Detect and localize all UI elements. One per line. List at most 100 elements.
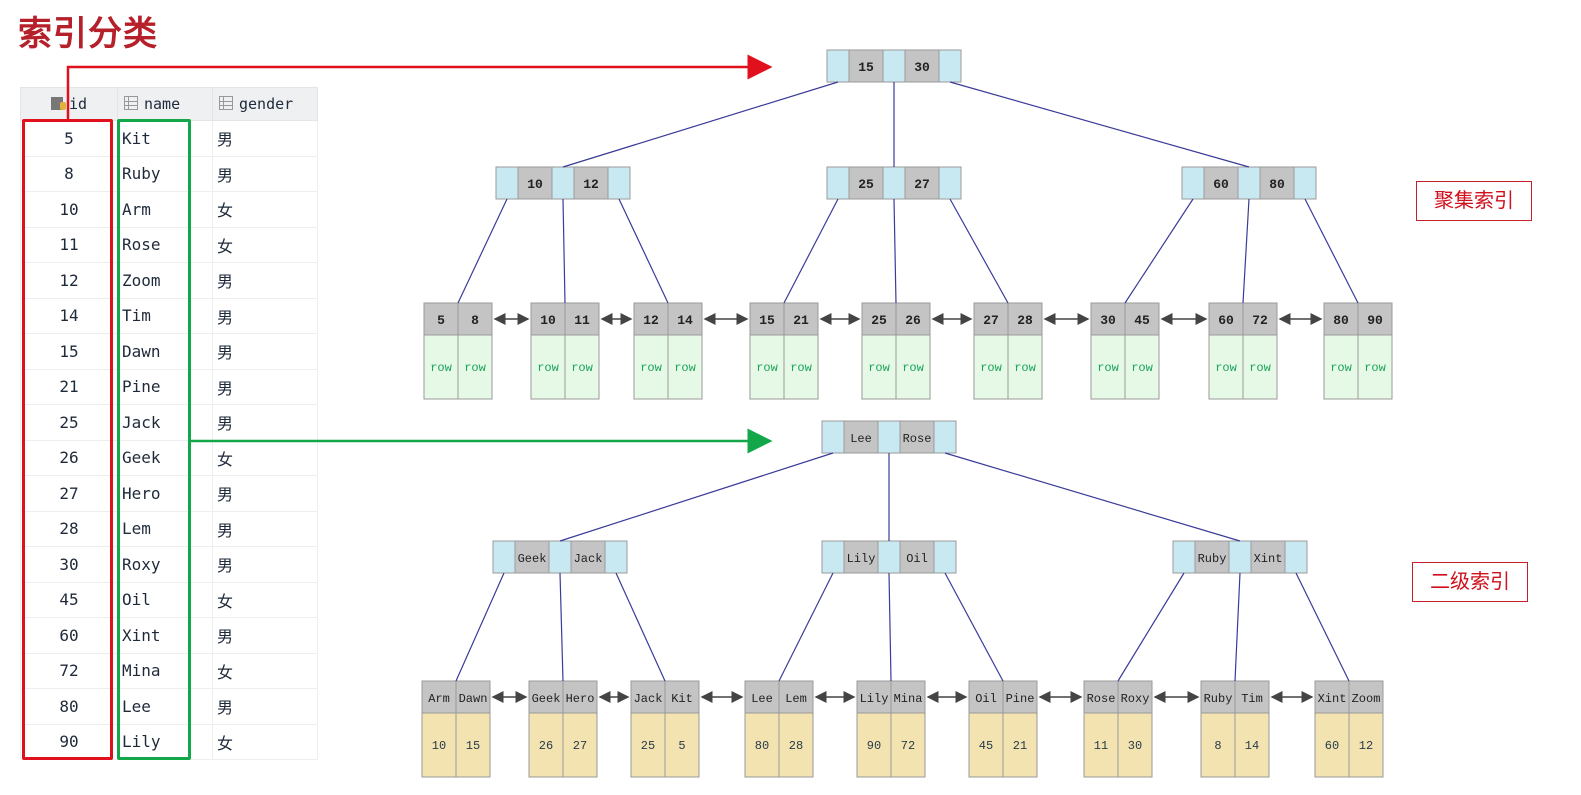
node-pointer-cell (938, 166, 962, 200)
node-pointer-cell (551, 166, 575, 200)
node-key-text: 27 (914, 177, 930, 192)
clustered-internal-node: 25 27 (826, 166, 962, 200)
node-pointer-cell (1293, 166, 1317, 200)
leaf-value-text: 11 (1094, 739, 1108, 753)
leaf-key-text: Lily (860, 692, 889, 706)
clustered-link-arrow (66, 54, 773, 119)
leaf-value-text: 5 (678, 739, 685, 753)
leaf-key-text: 8 (471, 313, 479, 328)
tree-edge (944, 572, 1004, 682)
leaf-key-text: Pine (1006, 692, 1035, 706)
clustered-leaf-node: 80 row 90 row (1323, 302, 1393, 400)
leaf-key-text: 45 (1134, 313, 1150, 328)
leaf-key-text: 14 (677, 313, 693, 328)
leaf-value-text: row (1215, 361, 1237, 375)
clustered-leaf-node: 15 row 21 row (749, 302, 819, 400)
node-pointer-cell (882, 49, 906, 83)
node-key-text: 80 (1269, 177, 1285, 192)
leaf-key-text: Dawn (459, 692, 488, 706)
leaf-value-text: row (537, 361, 559, 375)
node-key-text: Lee (850, 432, 872, 446)
node-key-text: 60 (1213, 177, 1229, 192)
node-pointer-cell (821, 540, 845, 574)
node-pointer-cell (826, 166, 850, 200)
leaf-value-text: 28 (789, 739, 803, 753)
tree-edge (618, 198, 669, 304)
node-pointer-cell (1228, 540, 1252, 574)
clustered-index-label: 聚集索引 (1416, 181, 1532, 221)
secondary-leaf-node: Oil 45 Pine 21 (968, 680, 1038, 778)
tree-edge (1124, 198, 1194, 304)
leaf-value-text: row (1364, 361, 1386, 375)
tree-edge (455, 572, 505, 682)
node-pointer-cell (938, 49, 962, 83)
tree-edge (457, 198, 508, 304)
leaf-key-text: 12 (643, 313, 659, 328)
node-key-text: 25 (858, 177, 874, 192)
tree-edge (949, 81, 1250, 168)
leaf-key-text: 15 (759, 313, 775, 328)
tree-edge (1234, 572, 1241, 682)
leaf-value-text: row (790, 361, 812, 375)
clustered-leaf-node: 60 row 72 row (1208, 302, 1278, 400)
leaf-value-text: row (571, 361, 593, 375)
leaf-key-text: Rose (1087, 692, 1116, 706)
leaf-value-text: row (464, 361, 486, 375)
leaf-key-text: 60 (1218, 313, 1234, 328)
secondary-leaf-node: Lee 80 Lem 28 (744, 680, 814, 778)
secondary-index-label: 二级索引 (1412, 562, 1528, 602)
secondary-leaf-node: Jack 25 Kit 5 (630, 680, 700, 778)
leaf-key-text: Hero (566, 692, 595, 706)
leaf-key-text: 11 (574, 313, 590, 328)
leaf-key-text: Xint (1318, 692, 1347, 706)
leaf-key-text: Arm (428, 692, 450, 706)
tree-edge (888, 572, 892, 682)
leaf-key-text: Lem (785, 692, 807, 706)
node-key-text: 10 (527, 177, 543, 192)
leaf-value-text: row (1014, 361, 1036, 375)
leaf-value-text: 27 (573, 739, 587, 753)
leaf-value-text: 14 (1245, 739, 1259, 753)
node-key-text: Oil (906, 552, 928, 566)
node-pointer-cell (1172, 540, 1196, 574)
clustered-leaf-node: 10 row 11 row (530, 302, 600, 400)
leaf-key-text: Mina (894, 692, 923, 706)
secondary-internal-node: Lily Oil (821, 540, 957, 574)
leaf-key-text: 25 (871, 313, 887, 328)
leaf-value-text: 72 (901, 739, 915, 753)
tree-edge (615, 572, 666, 682)
tree-edge (1242, 198, 1250, 304)
leaf-value-text: 26 (539, 739, 553, 753)
node-pointer-cell (821, 420, 845, 454)
tree-edge (1295, 572, 1350, 682)
leaf-key-text: Zoom (1352, 692, 1381, 706)
leaf-key-text: 21 (793, 313, 809, 328)
leaf-key-text: 27 (983, 313, 999, 328)
secondary-leaf-node: Rose 11 Roxy 30 (1083, 680, 1153, 778)
leaf-value-text: row (1097, 361, 1119, 375)
secondary-leaf-node: Xint 60 Zoom 12 (1314, 680, 1384, 778)
node-key-text: 30 (914, 60, 930, 75)
leaf-key-text: 26 (905, 313, 921, 328)
clustered-internal-node: 10 12 (495, 166, 631, 200)
leaf-key-text: Ruby (1204, 692, 1233, 706)
tree-edge (559, 572, 564, 682)
node-pointer-cell (933, 420, 957, 454)
leaf-value-text: 25 (641, 739, 655, 753)
node-pointer-cell (607, 166, 631, 200)
node-key-text: Lily (847, 552, 876, 566)
leaf-key-text: Lee (751, 692, 773, 706)
node-pointer-cell (548, 540, 572, 574)
clustered-leaf-node: 27 row 28 row (973, 302, 1043, 400)
leaf-value-text: row (902, 361, 924, 375)
node-pointer-cell (1237, 166, 1261, 200)
leaf-value-text: row (756, 361, 778, 375)
secondary-internal-node: Geek Jack (492, 540, 628, 574)
clustered-leaf-node: 5 row 8 row (423, 302, 493, 400)
node-pointer-cell (826, 49, 850, 83)
leaf-value-text: row (640, 361, 662, 375)
clustered-leaf-node: 25 row 26 row (861, 302, 931, 400)
node-key-text: Jack (574, 552, 603, 566)
leaf-key-text: Geek (532, 692, 561, 706)
leaf-value-text: row (1249, 361, 1271, 375)
